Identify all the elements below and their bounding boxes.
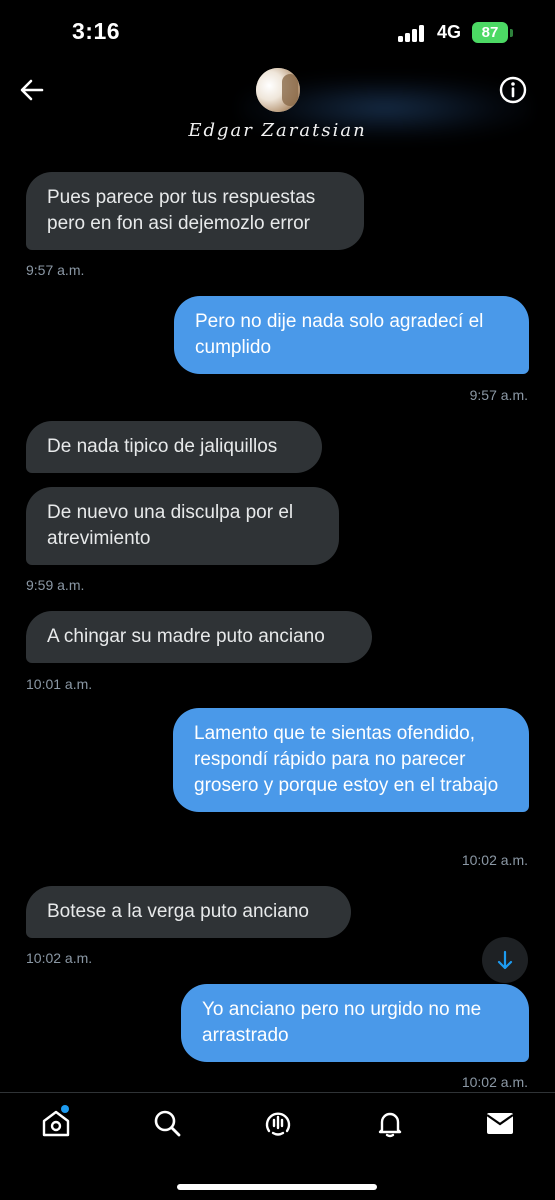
message-timestamp: 9:59 a.m.	[26, 577, 85, 593]
message-bubble-outgoing[interactable]: Pero no dije nada solo agradecí el cumpl…	[174, 296, 529, 374]
tab-search[interactable]	[151, 1107, 183, 1139]
avatar[interactable]	[256, 68, 300, 112]
message-timestamp: 9:57 a.m.	[26, 262, 85, 278]
message-bubble-outgoing[interactable]: Lamento que te sientas ofendido, respond…	[173, 708, 529, 812]
arrow-left-icon	[20, 79, 44, 101]
messages-icon	[486, 1113, 514, 1134]
message-timestamp: 9:57 a.m.	[469, 387, 528, 403]
conversation-header: Edgar Zaratsian	[0, 62, 555, 158]
battery-icon: 87	[472, 22, 508, 43]
scroll-to-bottom-button[interactable]	[482, 937, 528, 983]
message-bubble-incoming[interactable]: A chingar su madre puto anciano	[26, 611, 372, 663]
back-button[interactable]	[16, 74, 48, 106]
message-bubble-outgoing[interactable]: Yo anciano pero no urgido no me arrastra…	[181, 984, 529, 1062]
contact-name[interactable]: Edgar Zaratsian	[0, 120, 555, 141]
signal-icon	[398, 25, 428, 42]
status-time: 3:16	[72, 18, 121, 44]
info-button[interactable]	[497, 74, 529, 106]
message-timestamp: 10:02 a.m.	[26, 950, 93, 966]
search-icon	[154, 1110, 181, 1137]
tab-notifications[interactable]	[374, 1107, 406, 1139]
message-bubble-incoming[interactable]: Botese a la verga puto anciano	[26, 886, 351, 938]
info-circle-icon	[499, 76, 527, 104]
home-indicator[interactable]	[177, 1184, 377, 1190]
message-timestamp: 10:01 a.m.	[26, 676, 93, 692]
message-bubble-incoming[interactable]: De nada tipico de jaliquillos	[26, 421, 322, 473]
network-type: 4G	[437, 22, 462, 42]
message-timestamp: 10:02 a.m.	[461, 1074, 528, 1090]
message-timestamp: 10:02 a.m.	[461, 852, 528, 868]
spaces-icon	[265, 1112, 291, 1136]
notifications-icon	[378, 1112, 402, 1138]
notification-dot	[61, 1105, 69, 1113]
status-bar: 3:16 4G 87	[0, 0, 555, 64]
message-bubble-incoming[interactable]: De nuevo una disculpa por el atrevimient…	[26, 487, 339, 565]
tab-messages[interactable]	[484, 1107, 516, 1139]
tab-spaces[interactable]	[262, 1107, 294, 1139]
battery-tip	[510, 29, 513, 37]
message-bubble-incoming[interactable]: Pues parece por tus respuestas pero en f…	[26, 172, 364, 250]
arrow-down-icon	[497, 950, 513, 970]
